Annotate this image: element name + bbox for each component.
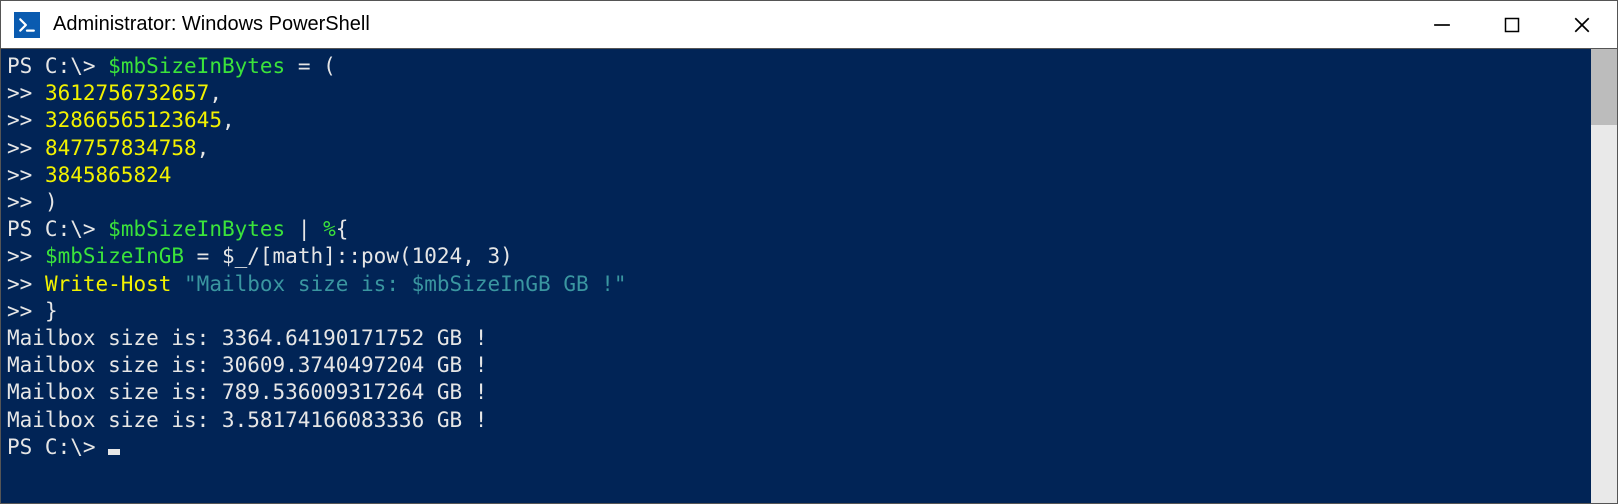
prompt: PS C:\> [7,435,96,459]
cont-prompt: >> [7,272,32,296]
close-button[interactable] [1547,1,1617,48]
output-line: Mailbox size is: 3.58174166083336 GB ! [7,408,487,432]
minimize-button[interactable] [1407,1,1477,48]
cont-prompt: >> [7,136,32,160]
brace-close: } [45,299,58,323]
comma: , [209,81,222,105]
scroll-thumb[interactable] [1591,49,1617,125]
string-literal: GB !" [551,272,627,296]
output-line: Mailbox size is: 789.536009317264 GB ! [7,380,487,404]
array-value: 3845865824 [45,163,171,187]
cont-prompt: >> [7,299,32,323]
window-title: Administrator: Windows PowerShell [53,13,1407,36]
cont-prompt: >> [7,190,32,214]
code-text: | [285,217,323,241]
variable-name: $mbSizeInGB [45,244,184,268]
terminal-pane[interactable]: PS C:\> $mbSizeInBytes = ( >> 3612756732… [1,49,1591,503]
cont-prompt: >> [7,108,32,132]
variable-name: $mbSizeInBytes [108,54,285,78]
powershell-icon [13,11,41,39]
percent-alias: % [323,217,336,241]
code-text: = $_/ [184,244,260,268]
vertical-scrollbar[interactable] [1591,49,1617,503]
comma: , [222,108,235,132]
string-literal: "Mailbox size is: [171,272,411,296]
cmdlet-name: Write-Host [45,272,171,296]
brace-open: { [336,217,349,241]
cursor [108,449,120,455]
code-text: = ( [285,54,336,78]
cont-prompt: >> [7,163,32,187]
output-line: Mailbox size is: 3364.64190171752 GB ! [7,326,487,350]
terminal-container: PS C:\> $mbSizeInBytes = ( >> 3612756732… [1,49,1617,503]
array-value: 3612756732657 [45,81,209,105]
cont-prompt: >> [7,81,32,105]
cont-prompt: >> [7,244,32,268]
titlebar: Administrator: Windows PowerShell [1,1,1617,49]
array-value: 32866565123645 [45,108,222,132]
math-expr: [math]::pow(1024, 3) [260,244,513,268]
array-value: 847757834758 [45,136,197,160]
maximize-button[interactable] [1477,1,1547,48]
variable-name: $mbSizeInBytes [108,217,285,241]
output-line: Mailbox size is: 30609.3740497204 GB ! [7,353,487,377]
prompt: PS C:\> [7,217,96,241]
close-paren: ) [45,190,58,214]
prompt: PS C:\> [7,54,96,78]
string-var: $mbSizeInGB [412,272,551,296]
window-controls [1407,1,1617,48]
comma: , [197,136,210,160]
